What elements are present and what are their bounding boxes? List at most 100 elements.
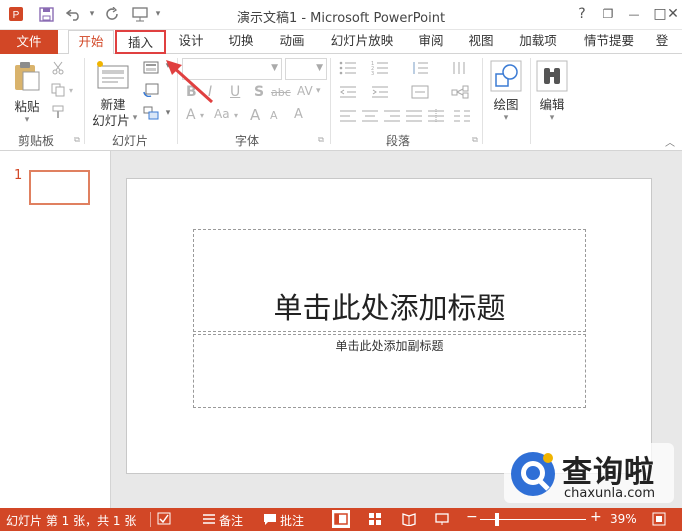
title-bar: P ▾ ▾ 演示文稿1 - Microsoft PowerPoint ? ❐ —…: [0, 0, 682, 30]
underline-button[interactable]: U: [230, 84, 240, 100]
normal-view-button[interactable]: [332, 510, 350, 528]
slide-sorter-button[interactable]: [368, 512, 382, 529]
align-right-icon[interactable]: [382, 108, 402, 124]
new-slide-dropdown-icon[interactable]: ▾: [130, 112, 140, 124]
group-divider: [482, 58, 483, 144]
slide-canvas[interactable]: 单击此处添加标题 单击此处添加副标题: [126, 178, 652, 474]
tab-slideshow[interactable]: 幻灯片放映: [322, 30, 402, 54]
align-text-icon[interactable]: [410, 84, 430, 100]
tab-storyboard[interactable]: 情节提要: [576, 30, 642, 54]
tab-insert[interactable]: 插入: [115, 30, 166, 54]
tab-home[interactable]: 开始: [68, 30, 114, 55]
minimize-button[interactable]: —: [621, 3, 647, 25]
collapse-ribbon-icon[interactable]: ︿: [664, 136, 676, 149]
paste-button-label[interactable]: 粘贴: [10, 96, 44, 115]
section-dropdown-icon[interactable]: ▾: [163, 107, 173, 119]
slide-info-text: 幻灯片 第 1 张，共 1 张: [6, 514, 137, 528]
clipboard-launcher-icon[interactable]: ⧉: [72, 135, 82, 145]
tab-animations[interactable]: 动画: [272, 30, 312, 54]
tab-review[interactable]: 审阅: [411, 30, 451, 54]
fit-slide-button[interactable]: [652, 512, 666, 529]
text-direction-icon[interactable]: [450, 60, 470, 76]
tab-file[interactable]: 文件: [0, 30, 58, 54]
drawing-shapes-icon[interactable]: [490, 60, 522, 92]
reading-view-button[interactable]: [402, 512, 416, 529]
section-icon[interactable]: [142, 105, 160, 121]
format-painter-icon[interactable]: [50, 104, 66, 120]
character-spacing-dropdown-icon[interactable]: ▾: [316, 86, 321, 96]
tab-view[interactable]: 视图: [461, 30, 501, 54]
cut-icon[interactable]: [50, 60, 66, 76]
watermark-url: chaxunla.com: [564, 486, 655, 501]
comments-icon[interactable]: [263, 513, 277, 529]
line-spacing-icon[interactable]: [410, 60, 430, 76]
text-highlight-button[interactable]: A: [186, 107, 196, 123]
group-label-clipboard: 剪贴板: [17, 134, 54, 148]
copy-dropdown-icon[interactable]: ▾: [66, 84, 76, 96]
drawing-dropdown-icon[interactable]: ▾: [500, 112, 512, 124]
zoom-slider-thumb[interactable]: [495, 513, 499, 526]
tab-design[interactable]: 设计: [171, 30, 211, 54]
text-highlight-dropdown-icon[interactable]: ▾: [200, 111, 204, 120]
slide-thumbnail[interactable]: [29, 170, 90, 205]
help-button[interactable]: ?: [569, 3, 595, 25]
clear-formatting-button[interactable]: A: [294, 107, 303, 122]
copy-icon[interactable]: [50, 82, 66, 98]
increase-indent-icon[interactable]: [370, 84, 390, 100]
align-left-icon[interactable]: [338, 108, 358, 124]
zoom-level[interactable]: 39%: [610, 512, 637, 526]
title-placeholder-text: 单击此处添加标题: [273, 291, 506, 325]
tab-addins[interactable]: 加载项: [510, 30, 566, 54]
comments-button[interactable]: 批注: [280, 512, 304, 529]
font-size-dropdown[interactable]: ▼: [285, 58, 327, 80]
group-label-font: 字体: [234, 134, 259, 148]
close-button[interactable]: ✕: [660, 3, 682, 25]
title-placeholder[interactable]: 单击此处添加标题: [193, 229, 586, 332]
paste-icon[interactable]: [12, 60, 42, 92]
reset-icon[interactable]: [142, 82, 160, 98]
change-case-dropdown-icon[interactable]: ▾: [234, 111, 238, 120]
status-divider: [150, 512, 151, 527]
text-shadow-button[interactable]: S: [254, 84, 264, 100]
align-center-icon[interactable]: [360, 108, 380, 124]
layout-icon[interactable]: [142, 59, 160, 75]
justify-icon[interactable]: [404, 108, 424, 124]
shrink-font-button[interactable]: A: [270, 109, 278, 122]
paragraph-launcher-icon[interactable]: ⧉: [470, 135, 480, 145]
character-spacing-icon[interactable]: AV: [297, 84, 313, 98]
tab-transitions[interactable]: 切换: [221, 30, 261, 54]
notes-icon[interactable]: [202, 513, 216, 528]
group-divider: [330, 58, 331, 144]
spelling-check-icon[interactable]: [157, 512, 172, 529]
ribbon-display-button[interactable]: ❐: [595, 3, 621, 25]
slide-thumbnail-panel: 1: [0, 151, 111, 508]
slideshow-button[interactable]: [435, 512, 449, 529]
strikethrough-button[interactable]: abc: [271, 86, 291, 99]
watermark-brand: 查询啦: [562, 455, 655, 490]
chevron-down-icon: ▼: [271, 63, 278, 73]
grow-font-button[interactable]: A: [250, 106, 260, 124]
font-launcher-icon[interactable]: ⧉: [316, 135, 326, 145]
bullets-icon[interactable]: [338, 60, 358, 76]
subtitle-placeholder[interactable]: 单击此处添加副标题: [193, 334, 586, 408]
change-case-button[interactable]: Aa: [214, 107, 230, 121]
new-slide-icon[interactable]: [96, 60, 130, 90]
editing-dropdown-icon[interactable]: ▾: [546, 112, 558, 124]
convert-to-smartart-icon[interactable]: [450, 84, 470, 100]
notes-button[interactable]: 备注: [219, 512, 243, 529]
tab-signin[interactable]: 登: [652, 30, 672, 54]
numbering-icon[interactable]: 123: [370, 60, 390, 76]
ribbon-tabs: 文件 开始 插入 设计 切换 动画 幻灯片放映 审阅 视图 加载项 情节提要 登: [0, 30, 682, 55]
new-slide-label-2[interactable]: 幻灯片: [86, 110, 136, 129]
zoom-out-button[interactable]: −: [466, 509, 478, 525]
group-label-paragraph: 段落: [385, 134, 410, 148]
binoculars-icon[interactable]: [536, 60, 568, 92]
zoom-in-button[interactable]: +: [590, 509, 602, 525]
drawing-button-label[interactable]: 绘图: [486, 94, 526, 113]
columns-icon[interactable]: [452, 108, 472, 124]
decrease-indent-icon[interactable]: [338, 84, 358, 100]
distributed-icon[interactable]: [426, 108, 446, 124]
editing-button-label[interactable]: 编辑: [532, 94, 572, 113]
subtitle-placeholder-text: 单击此处添加副标题: [335, 339, 444, 353]
paste-dropdown-icon[interactable]: ▾: [20, 114, 34, 126]
